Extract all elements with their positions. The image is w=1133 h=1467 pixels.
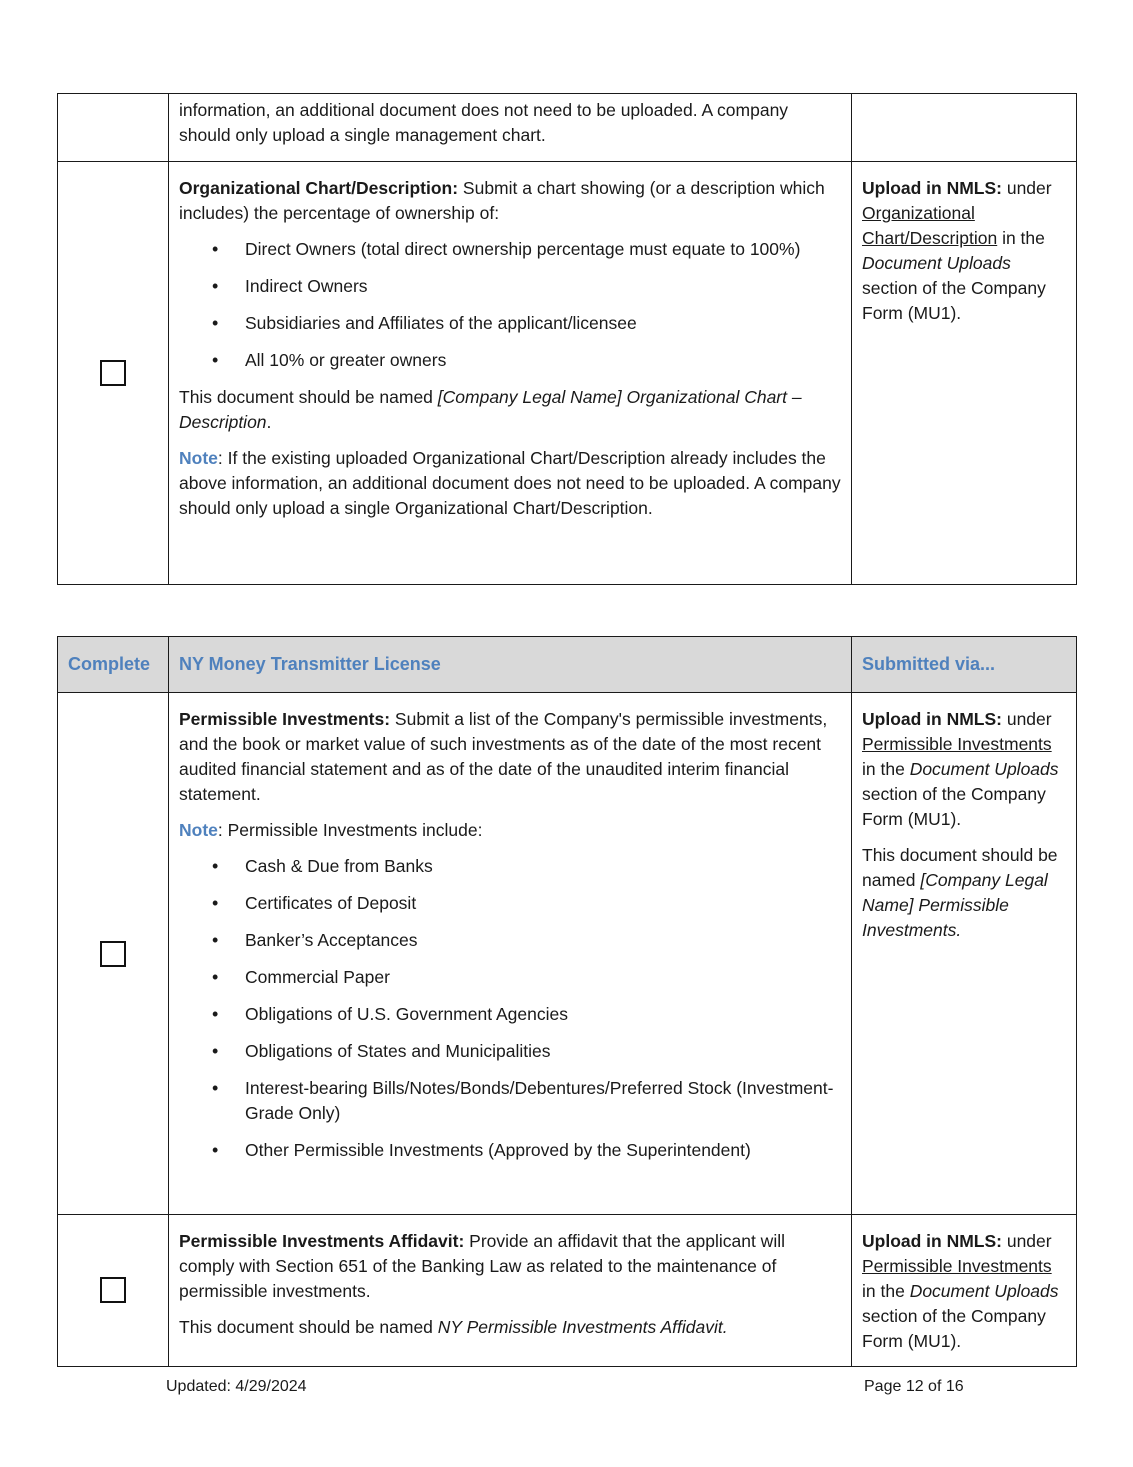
note: Note: If the existing uploaded Organizat… (179, 448, 841, 518)
list-item: Obligations of States and Municipalities (212, 1039, 841, 1064)
requirement-intro: Permissible Investments: Submit a list o… (179, 709, 828, 804)
list-item: Banker’s Acceptances (212, 928, 841, 953)
submitted-cell: Upload in NMLS: under Organizational Cha… (851, 161, 1077, 585)
requirement-title: Permissible Investments Affidavit: (179, 1231, 465, 1251)
table-row: Permissible Investments Affidavit: Provi… (57, 1214, 1077, 1367)
requirement-title: Permissible Investments: (179, 709, 391, 729)
list-item: Indirect Owners (212, 274, 841, 299)
investments-list: Cash & Due from Banks Certificates of De… (179, 854, 841, 1163)
list-item: All 10% or greater owners (212, 348, 841, 373)
complete-checkbox[interactable] (100, 360, 126, 386)
list-item: Subsidiaries and Affiliates of the appli… (212, 311, 841, 336)
list-item: Interest-bearing Bills/Notes/Bonds/Deben… (212, 1076, 841, 1126)
table-row: Permissible Investments: Submit a list o… (57, 692, 1077, 1215)
upload-category-link[interactable]: Organizational Chart/Description (862, 203, 997, 248)
table-header-row: Complete NY Money Transmitter License Su… (57, 636, 1077, 693)
requirement-title: Organizational Chart/Description: (179, 178, 459, 198)
continued-text: information, an additional document does… (179, 100, 789, 145)
submit-instruction: Upload in NMLS: under Organizational Cha… (862, 178, 1052, 323)
complete-checkbox[interactable] (100, 1277, 126, 1303)
header-complete: Complete (57, 636, 169, 693)
list-item: Cash & Due from Banks (212, 854, 841, 879)
list-item: Certificates of Deposit (212, 891, 841, 916)
list-item: Obligations of U.S. Government Agencies (212, 1002, 841, 1027)
list-item: Direct Owners (total direct ownership pe… (212, 237, 841, 262)
description-cell: information, an additional document does… (168, 93, 852, 162)
updated-date: Updated: 4/29/2024 (166, 1378, 307, 1395)
table-row: information, an additional document does… (57, 93, 1077, 162)
submit-instruction: Upload in NMLS: under Permissible Invest… (862, 1231, 1059, 1351)
note: Note: Permissible Investments include: (179, 820, 483, 840)
list-item: Other Permissible Investments (Approved … (212, 1138, 841, 1163)
table-row: Organizational Chart/Description: Submit… (57, 161, 1077, 585)
naming-instruction: This document should be named NY Permiss… (179, 1317, 728, 1337)
submitted-cell: Upload in NMLS: under Permissible Invest… (851, 692, 1077, 1215)
header-submitted: Submitted via... (851, 636, 1077, 693)
upload-category-link[interactable]: Permissible Investments (862, 1256, 1052, 1276)
ny-money-transmitter-table: Complete NY Money Transmitter License Su… (57, 636, 1077, 1367)
submitted-cell (851, 93, 1077, 162)
complete-checkbox[interactable] (100, 941, 126, 967)
description-cell: Organizational Chart/Description: Submit… (168, 161, 852, 585)
complete-cell (57, 93, 169, 162)
naming-instruction: This document should be named [Company L… (862, 845, 1058, 940)
naming-instruction: This document should be named [Company L… (179, 387, 802, 432)
list-item: Commercial Paper (212, 965, 841, 990)
requirement-intro: Organizational Chart/Description: Submit… (179, 178, 825, 223)
note-label: Note (179, 448, 218, 468)
ownership-list: Direct Owners (total direct ownership pe… (179, 237, 841, 373)
upload-category-link[interactable]: Permissible Investments (862, 734, 1052, 754)
requirements-table-continued: information, an additional document does… (57, 93, 1077, 585)
description-cell: Permissible Investments Affidavit: Provi… (168, 1214, 852, 1367)
note-label: Note (179, 820, 218, 840)
complete-cell (57, 692, 169, 1215)
description-cell: Permissible Investments: Submit a list o… (168, 692, 852, 1215)
submit-instruction: Upload in NMLS: under Permissible Invest… (862, 709, 1059, 829)
header-license: NY Money Transmitter License (168, 636, 852, 693)
complete-cell (57, 161, 169, 585)
page-number: Page 12 of 16 (864, 1378, 964, 1395)
complete-cell (57, 1214, 169, 1367)
requirement-intro: Permissible Investments Affidavit: Provi… (179, 1231, 785, 1301)
submitted-cell: Upload in NMLS: under Permissible Invest… (851, 1214, 1077, 1367)
document-name: NY Permissible Investments Affidavit. (437, 1317, 728, 1337)
